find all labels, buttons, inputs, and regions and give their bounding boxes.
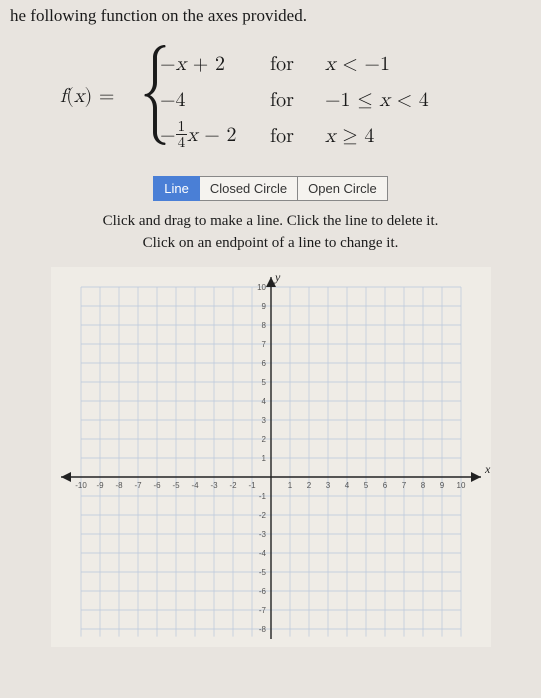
piece-2-expr: −4 [160,88,270,112]
y-tick-label: -3 [258,530,266,539]
y-tick-label: 9 [261,302,266,311]
coordinate-plane[interactable]: x y -10 -9 -8 -7 -6 -5 -4 -3 -2 -1 1 2 3 4 5 6 7 8 9 10 1 2 3 4… [51,267,491,647]
y-tick-label: -5 [258,568,266,577]
x-tick-label: -7 [134,481,142,490]
piece-2-domain: −1 ≤ x < 4 [325,88,429,112]
x-tick-label: 5 [363,481,368,490]
x-tick-label: -10 [75,481,87,490]
x-tick-label: -1 [248,481,256,490]
y-tick-label: -7 [258,606,266,615]
piece-2-for: for [270,88,325,112]
y-tick-label: 5 [261,378,266,387]
x-tick-label: 2 [306,481,311,490]
tool-open-circle-button[interactable]: Open Circle [298,176,388,201]
x-tick-label: -5 [172,481,180,490]
piece-3: −14x − 2 for x ≥ 4 [160,118,429,154]
piece-1-domain: x < −1 [325,52,390,76]
piece-1-for: for [270,52,325,76]
y-tick-label: -8 [258,625,266,634]
x-tick-label: -2 [229,481,237,490]
x-tick-label: 8 [420,481,425,490]
tool-row: Line Closed Circle Open Circle [10,176,531,201]
y-tick-label: -6 [258,587,266,596]
instructions-line2: Click on an endpoint of a line to change… [10,233,531,255]
piece-3-expr: −14x − 2 [160,121,270,152]
piece-2: −4 for −1 ≤ x < 4 [160,82,429,118]
x-tick-label: 7 [401,481,406,490]
tool-line-button[interactable]: Line [153,176,200,201]
y-tick-label: 1 [261,454,266,463]
y-tick-label: 4 [261,397,266,406]
y-tick-label: 3 [261,416,266,425]
instructions: Click and drag to make a line. Click the… [10,211,531,255]
piece-3-domain: x ≥ 4 [325,124,374,148]
piece-1: −x + 2 for x < −1 [160,46,429,82]
x-tick-label: 1 [287,481,292,490]
y-tick-label: 8 [261,321,266,330]
x-tick-label: -8 [115,481,123,490]
x-tick-label: 3 [325,481,330,490]
y-axis-label: y [274,270,281,284]
y-tick-label: -4 [258,549,266,558]
x-tick-label: 10 [456,481,465,490]
y-tick-label: 6 [261,359,266,368]
piece-3-for: for [270,124,325,148]
tool-closed-circle-button[interactable]: Closed Circle [200,176,298,201]
x-tick-label: -6 [153,481,161,490]
y-tick-label: -1 [258,492,266,501]
instructions-line1: Click and drag to make a line. Click the… [10,211,531,233]
formula-lhs: f(x) = [60,84,114,108]
y-tick-label: 2 [261,435,266,444]
y-tick-label: 10 [257,283,266,292]
x-tick-label: -4 [191,481,199,490]
piece-1-expr: −x + 2 [160,52,270,76]
x-tick-label: 4 [344,481,349,490]
page-heading: he following function on the axes provid… [10,6,531,26]
piecewise-function: f(x) = { −x + 2 for x < −1 −4 for −1 ≤ x… [60,44,531,154]
frac-den: 4 [176,135,188,150]
y-tick-label: -2 [258,511,266,520]
x-axis-label: x [484,462,491,476]
x-tick-label: -3 [210,481,218,490]
frac-num: 1 [176,119,188,135]
y-tick-label: 7 [261,340,266,349]
x-tick-label: 6 [382,481,387,490]
x-tick-label: -9 [96,481,104,490]
x-tick-label: 9 [439,481,444,490]
